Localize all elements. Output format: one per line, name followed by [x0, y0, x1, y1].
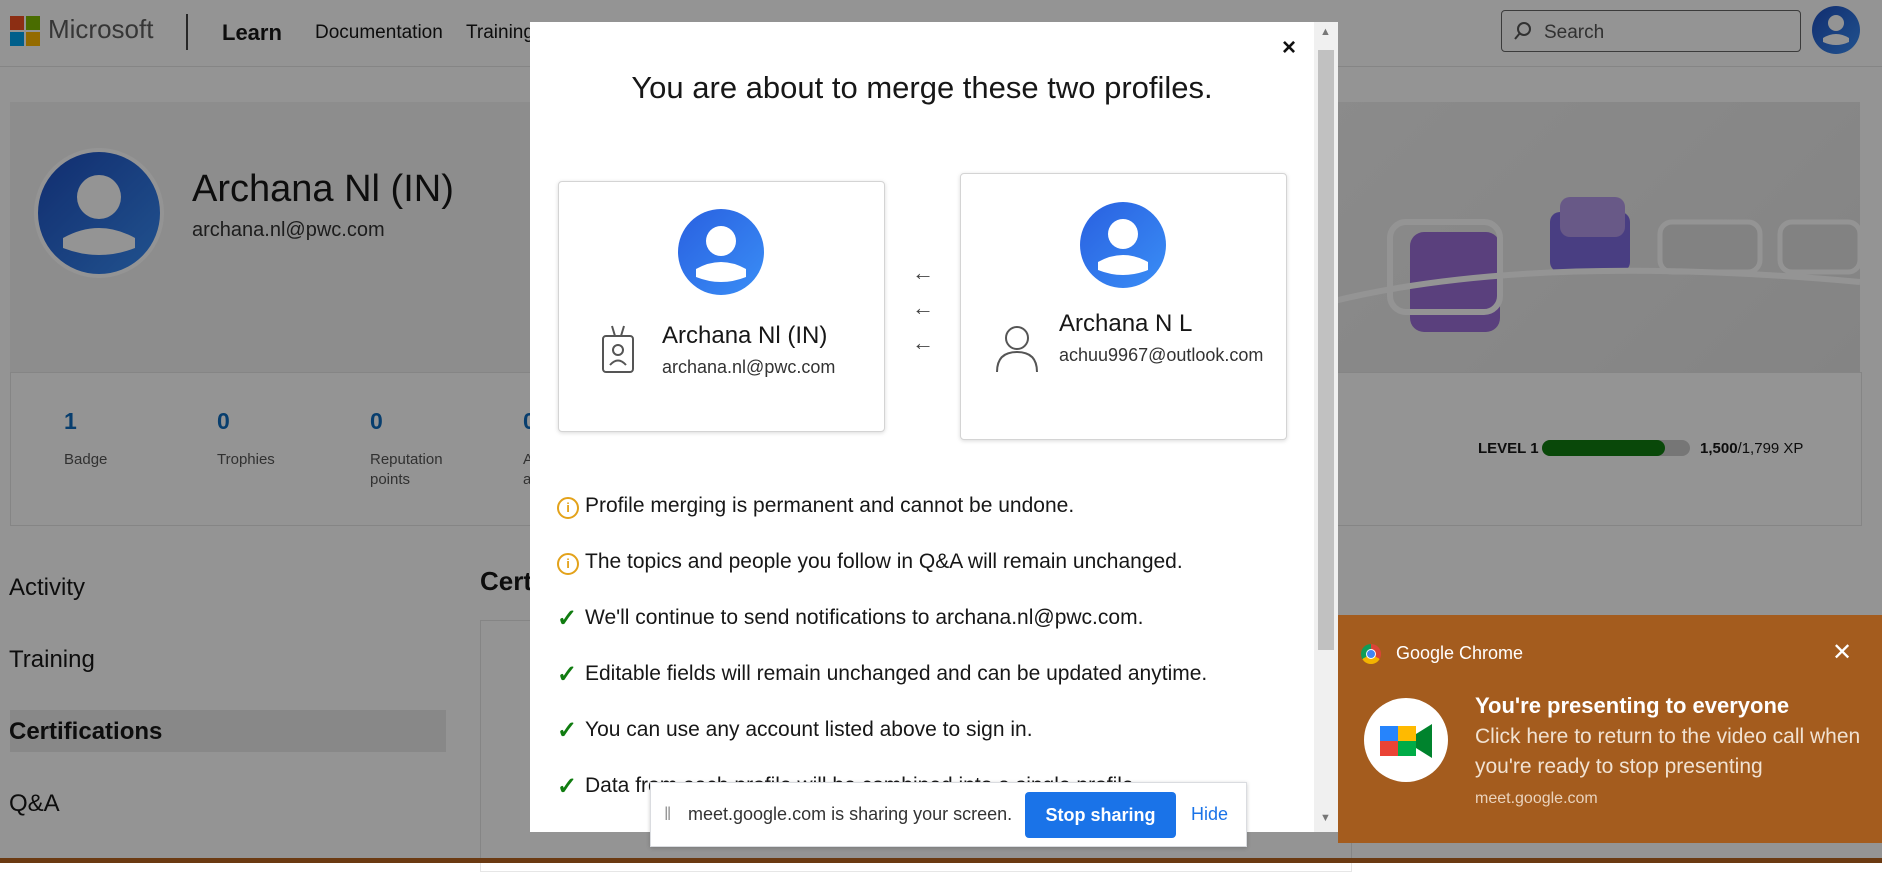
checkmark-icon: ✓: [557, 605, 578, 632]
info-warning-icon: i: [557, 497, 579, 519]
scroll-down-icon[interactable]: ▼: [1320, 812, 1331, 824]
checkmark-icon: ✓: [557, 661, 578, 688]
target-avatar: [1080, 202, 1166, 288]
hide-button[interactable]: Hide: [1191, 804, 1228, 825]
warning-topics: The topics and people you follow in Q&A …: [585, 550, 1183, 573]
checkmark-icon: ✓: [557, 717, 578, 744]
warning-permanent: Profile merging is permanent and cannot …: [585, 494, 1075, 517]
work-badge-icon: [602, 325, 634, 373]
target-profile-name: Archana N L: [1059, 310, 1193, 337]
close-button[interactable]: ×: [1282, 34, 1296, 62]
close-icon[interactable]: ✕: [1832, 638, 1852, 667]
drag-handle-icon[interactable]: ‖: [664, 804, 671, 825]
arrow-left-icon: ←: [912, 330, 934, 355]
google-meet-icon: [1364, 698, 1448, 782]
source-profile-name: Archana Nl (IN): [662, 322, 828, 349]
source-profile-email: archana.nl@pwc.com: [662, 357, 836, 377]
chrome-icon: [1361, 644, 1381, 664]
person-icon: [696, 226, 746, 282]
info-editable-fields: Editable fields will remain unchanged an…: [585, 662, 1208, 685]
source-avatar: [678, 209, 764, 295]
share-status-text: meet.google.com is sharing your screen.: [688, 804, 1013, 824]
stop-sharing-button[interactable]: Stop sharing: [1025, 792, 1176, 838]
info-notifications: We'll continue to send notifications to …: [585, 606, 1144, 629]
person-icon: [1098, 219, 1148, 275]
notification-title: You're presenting to everyone: [1475, 693, 1790, 718]
info-warning-icon: i: [557, 553, 579, 575]
taskbar-edge: [0, 858, 1882, 863]
notification-source-url: meet.google.com: [1475, 790, 1598, 807]
arrow-left-icon: ←: [912, 260, 934, 285]
arrow-left-icon: ←: [912, 295, 934, 320]
target-profile-email: achuu9967@outlook.com: [1059, 345, 1264, 365]
scrollbar-thumb[interactable]: [1318, 50, 1334, 650]
person-outline-icon: [996, 326, 1038, 373]
notification-app-name: Google Chrome: [1396, 643, 1524, 663]
scroll-up-icon[interactable]: ▲: [1320, 26, 1331, 38]
dialog-title: You are about to merge these two profile…: [631, 70, 1213, 105]
checkmark-icon: ✓: [557, 773, 578, 800]
info-sign-in: You can use any account listed above to …: [585, 718, 1033, 741]
notification-body: Click here to return to the video call w…: [1475, 725, 1861, 778]
